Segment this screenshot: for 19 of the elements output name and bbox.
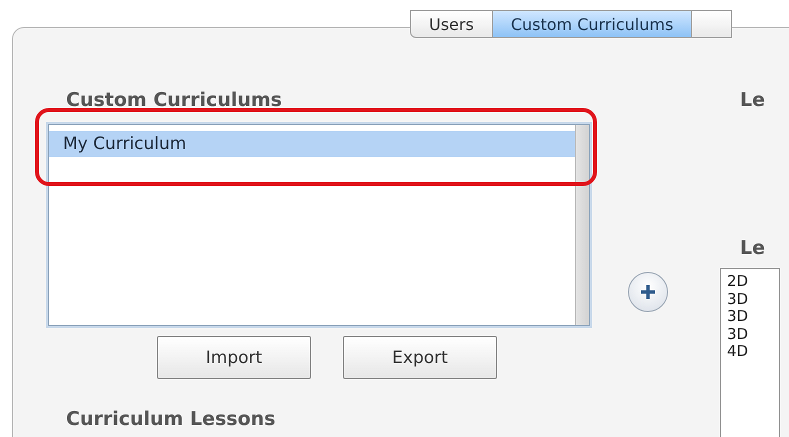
list-item[interactable]: 4D: [727, 343, 773, 360]
curriculum-list[interactable]: My Curriculum: [48, 124, 590, 326]
list-item[interactable]: 3D: [727, 326, 773, 343]
list-item[interactable]: My Curriculum: [49, 131, 575, 157]
list-item[interactable]: 3D: [727, 290, 773, 308]
section-heading: Le: [740, 236, 766, 260]
action-button[interactable]: Import: [157, 336, 311, 379]
list-item[interactable]: 2D: [727, 273, 773, 290]
lesson-list[interactable]: 2D 3D 3D 3D 4D: [720, 268, 780, 437]
scrollbar[interactable]: [575, 125, 589, 325]
tab[interactable]: Users: [410, 10, 493, 38]
section-heading: Le: [740, 88, 766, 112]
section-heading: Curriculum Lessons: [66, 407, 276, 431]
tab[interactable]: Custom Curriculums: [492, 10, 692, 38]
tab[interactable]: [692, 10, 732, 38]
list-item[interactable]: 3D: [727, 308, 773, 326]
section-heading: Custom Curriculums: [66, 88, 283, 112]
action-button[interactable]: Export: [343, 336, 497, 379]
plus-icon: [639, 283, 657, 301]
